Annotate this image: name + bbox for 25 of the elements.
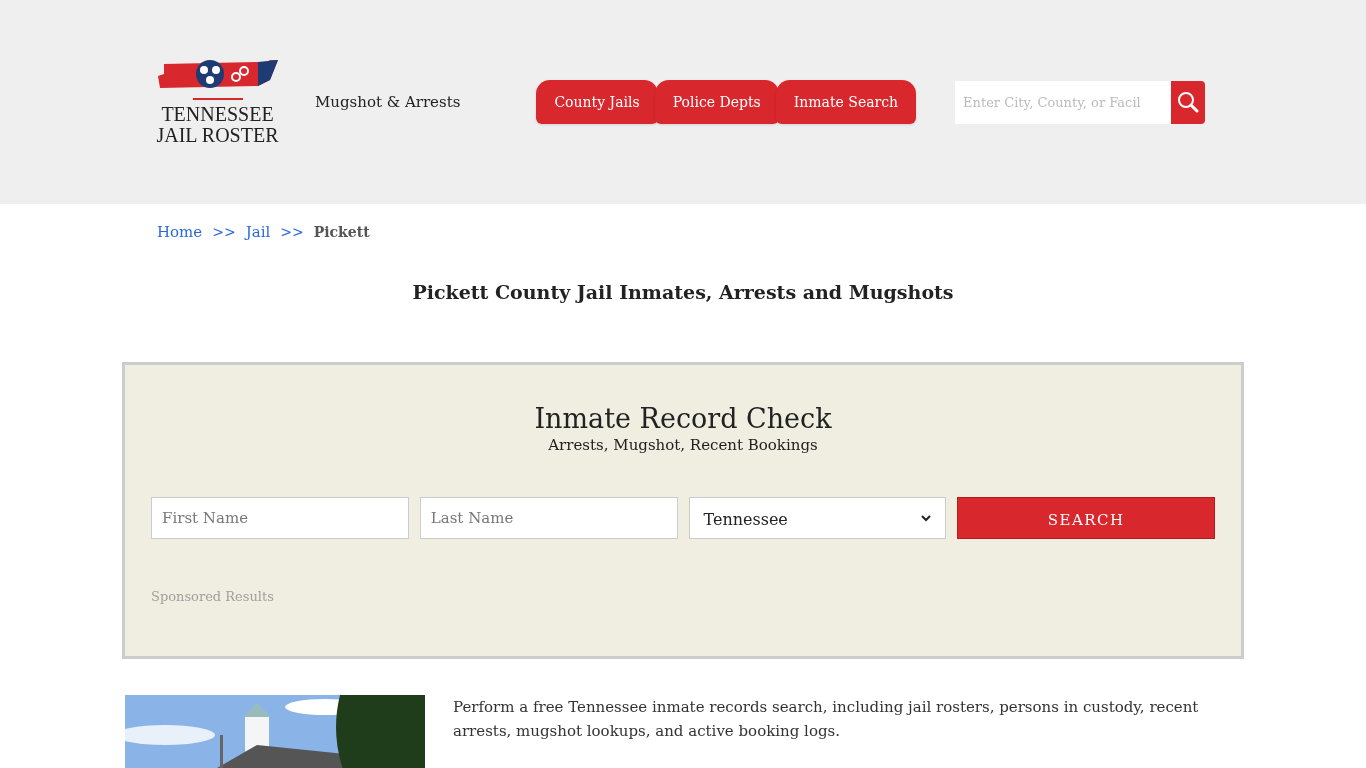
- last-name-field[interactable]: Last Name: [419, 497, 678, 539]
- breadcrumb-link[interactable]: Jail: [245, 221, 271, 244]
- paragraph: Perform a free Tennessee inmate records search, including jail rosters, persons in custody, recent arrests, mugshot lookups, and active booking logs.: [453, 697, 1200, 742]
- first-name-field[interactable]: First Name: [151, 497, 409, 539]
- tagline: Mugshot & Arrests: [315, 91, 461, 113]
- breadcrumb-current: Pickett: [313, 222, 370, 242]
- state-dropdown[interactable]: Tennessee: [688, 497, 947, 539]
- logo-text: JAIL ROSTER: [156, 125, 279, 146]
- breadcrumb-separator: >>: [280, 222, 304, 242]
- nav-tab[interactable]: County Jails: [536, 80, 658, 124]
- sponsored-label: Sponsored Results: [151, 588, 274, 606]
- chevron-down-icon: [921, 514, 932, 522]
- search-field[interactable]: Enter City, County, or Facil: [955, 80, 1172, 124]
- breadcrumb-separator: >>: [212, 222, 236, 242]
- breadcrumb-link[interactable]: Home: [157, 221, 203, 244]
- logo-text: TENNESSEE: [161, 104, 274, 125]
- panel-heading: Inmate Record Check: [534, 403, 832, 435]
- site-logo[interactable]: TENNESSEE JAIL ROSTER: [155, 58, 280, 146]
- nav-tab[interactable]: Police Depts: [654, 80, 779, 124]
- page-title: Pickett County Jail Inmates, Arrests and Mugshots: [411, 279, 955, 305]
- search-button[interactable]: SEARCH: [957, 497, 1215, 539]
- nav-tab[interactable]: Inmate Search: [775, 80, 917, 124]
- panel-subheading: Arrests, Mugshot, Recent Bookings: [548, 435, 818, 455]
- search-button[interactable]: [1171, 80, 1206, 124]
- search-icon: [1177, 91, 1200, 113]
